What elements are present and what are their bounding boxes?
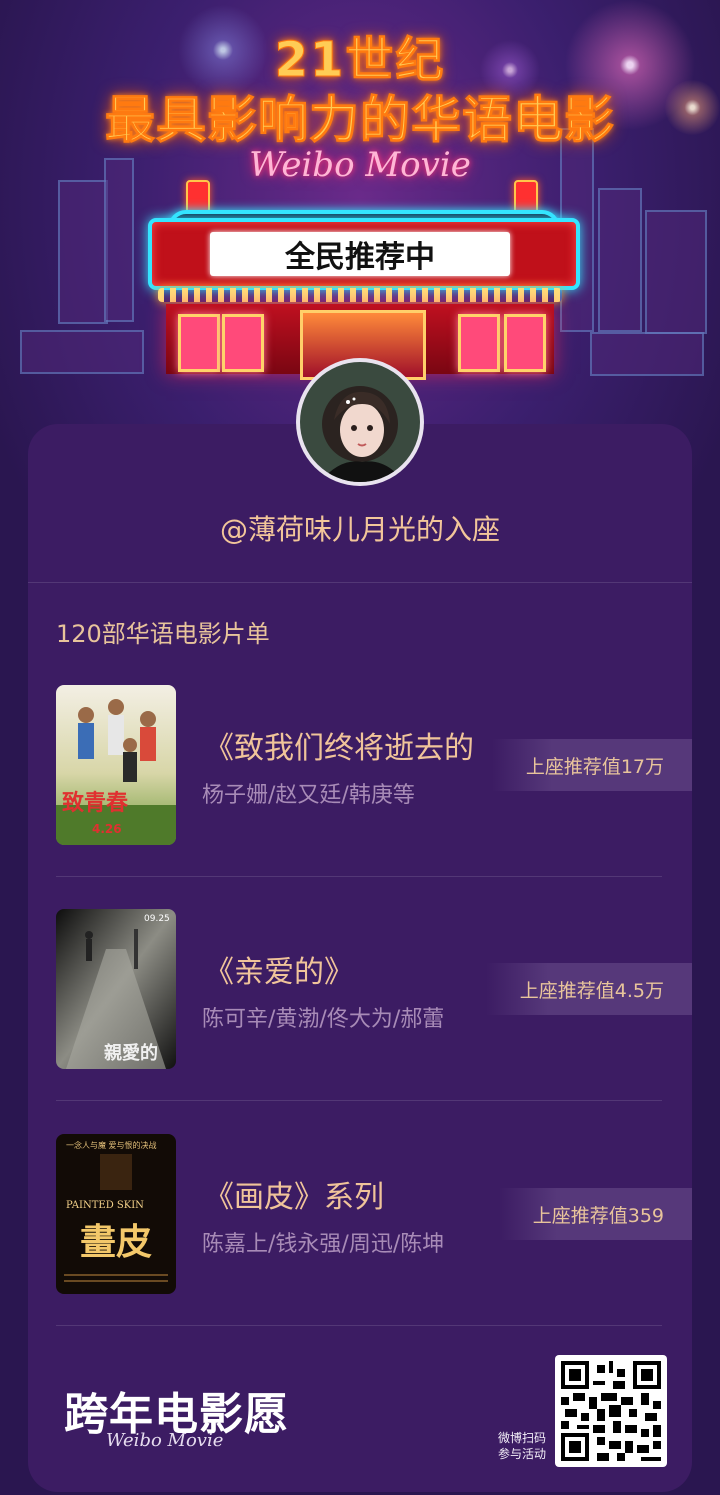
recommend-badge: 上座推荐值4.5万 <box>485 963 692 1015</box>
hero-title-line2: 最具影响力的华语电影 <box>105 91 615 150</box>
theater-illustration: 全民推荐中 <box>148 180 580 380</box>
recommend-badge: 上座推荐值359 <box>498 1188 692 1240</box>
billboard-decoration <box>20 330 144 374</box>
movie-title[interactable]: 《致我们终将逝去的 <box>204 723 494 767</box>
qr-caption: 微博扫码 参与活动 <box>490 1430 554 1462</box>
qr-code[interactable] <box>555 1355 667 1467</box>
user-handle: @薄荷味儿月光的入座 <box>219 513 500 546</box>
list-title: 120部华语电影片单 <box>56 620 270 648</box>
avatar-image <box>300 362 420 482</box>
theater-window <box>504 314 546 372</box>
qr-caption-line2: 参与活动 <box>497 1447 546 1461</box>
list-item-movie-1[interactable]: 致青春 4.26 《致我们终将逝去的 杨子姗/赵又廷/韩庚等 上座推荐值17万 <box>56 685 692 845</box>
svg-text:4.26: 4.26 <box>92 822 122 836</box>
marquee-lights <box>158 288 562 302</box>
poster-subtitle: PAINTED SKIN <box>66 1200 144 1211</box>
divider <box>56 876 662 877</box>
poster-title: 親愛的 <box>104 1042 158 1064</box>
list-item-movie-2[interactable]: 09.25 親愛的 《亲爱的》 陈可辛/黄渤/佟大为/郝蕾 上座推荐值4.5万 <box>56 909 692 1069</box>
poster-title: 畫皮 <box>80 1221 152 1263</box>
footer-brand-script: Weibo Movie <box>106 1430 224 1451</box>
qr-caption-line1: 微博扫码 <box>497 1431 546 1445</box>
poster-title: 致青春 <box>62 790 128 816</box>
billboard-decoration <box>590 332 704 376</box>
divider <box>56 1325 662 1326</box>
movie-poster[interactable]: 致青春 4.26 <box>56 685 176 845</box>
billboard-decoration <box>58 180 108 324</box>
svg-text:09.25: 09.25 <box>144 914 170 924</box>
theater-window <box>458 314 500 372</box>
theater-window <box>178 314 220 372</box>
billboard-decoration <box>645 210 707 334</box>
billboard-decoration <box>598 188 642 332</box>
theater-window <box>222 314 264 372</box>
marquee-sign: 全民推荐中 <box>148 218 580 290</box>
movie-title[interactable]: 《亲爱的》 <box>204 947 494 991</box>
divider <box>28 582 692 583</box>
movie-poster[interactable]: 一念人与魔 爱与恨的决战 PAINTED SKIN 畫皮 <box>56 1134 176 1294</box>
marquee-text: 全民推荐中 <box>210 232 510 276</box>
hero-brand-script: Weibo Movie <box>249 145 471 185</box>
divider <box>56 1100 662 1101</box>
movie-title[interactable]: 《画皮》系列 <box>204 1172 494 1216</box>
movie-cast: 陈嘉上/钱永强/周迅/陈坤 <box>202 1232 445 1257</box>
recommend-badge: 上座推荐值17万 <box>491 739 692 791</box>
movie-poster[interactable]: 09.25 親愛的 <box>56 909 176 1069</box>
avatar[interactable] <box>296 358 424 486</box>
svg-text:一念人与魔 爱与恨的决战: 一念人与魔 爱与恨的决战 <box>66 1140 157 1150</box>
movie-cast: 杨子姗/赵又廷/韩庚等 <box>202 783 415 808</box>
list-item-movie-3[interactable]: 一念人与魔 爱与恨的决战 PAINTED SKIN 畫皮 《画皮》系列 陈嘉上/… <box>56 1134 692 1294</box>
movie-cast: 陈可辛/黄渤/佟大为/郝蕾 <box>202 1007 445 1032</box>
